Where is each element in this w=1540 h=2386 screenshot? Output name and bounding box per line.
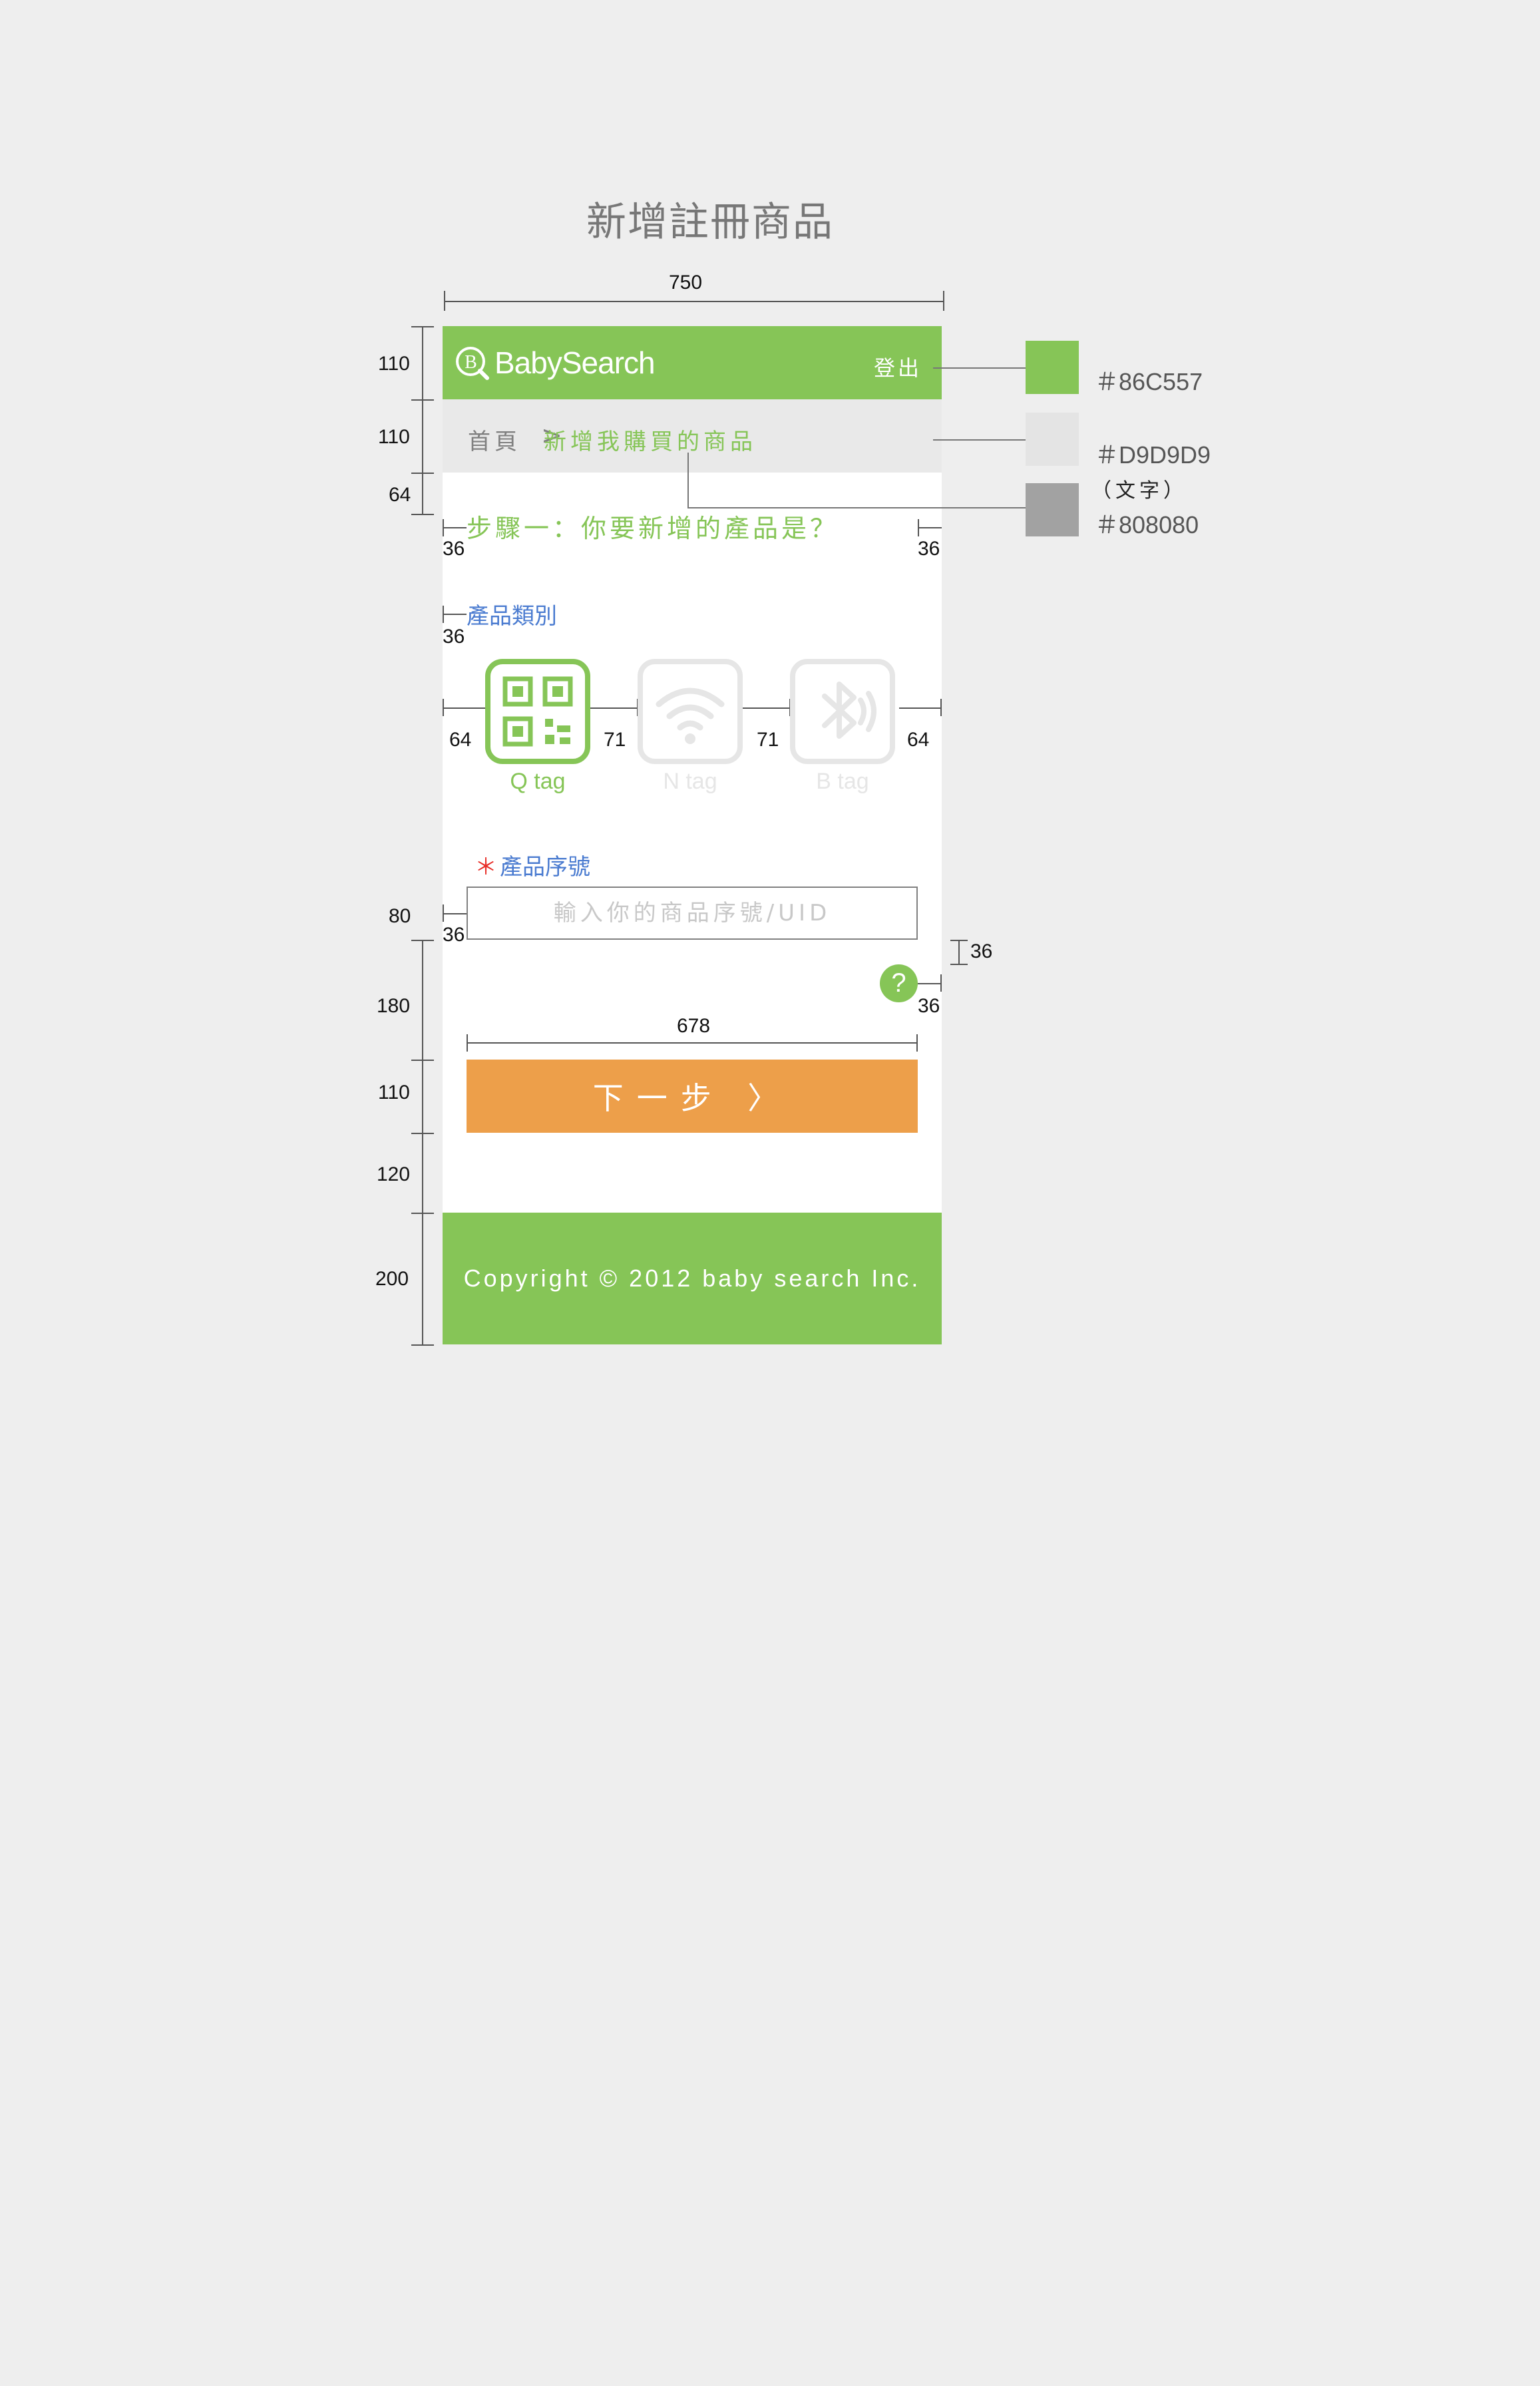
dim-margin-tick xyxy=(443,606,444,623)
dim-tick xyxy=(411,1344,434,1346)
serial-input[interactable] xyxy=(467,887,918,940)
dim-tag-edge-label: 64 xyxy=(907,729,930,751)
dim-margin-line xyxy=(443,913,467,914)
dim-margin-label: 36 xyxy=(443,626,465,648)
dim-tick xyxy=(411,940,434,941)
dim-width-line xyxy=(444,301,944,302)
dim-tick xyxy=(411,399,434,401)
dim-tag-tick xyxy=(443,699,444,716)
leader-line-text xyxy=(687,453,689,507)
dim-help-gap-label: 180 xyxy=(377,995,411,1017)
logo-b-icon: B xyxy=(456,347,489,380)
swatch-light-gray xyxy=(1026,413,1079,466)
brand-logo[interactable]: B BabySearch xyxy=(455,341,656,385)
dim-help-gap-36-label: 36 xyxy=(970,940,993,962)
dim-margin-line xyxy=(918,527,942,528)
swatch-gray xyxy=(1026,483,1079,536)
dim-width-tick-right xyxy=(943,291,944,311)
dim-margin-tick xyxy=(940,974,942,992)
tag-n-label: N tag xyxy=(663,769,717,794)
dim-margin-tick xyxy=(918,519,919,536)
dim-help-gap-tick xyxy=(958,940,960,964)
dim-tag-gap-label: 71 xyxy=(757,729,779,751)
dim-button-width-line xyxy=(467,1042,918,1044)
dim-margin-line xyxy=(443,614,467,615)
help-icon[interactable]: ? xyxy=(880,964,918,1002)
dim-help-gap-line xyxy=(950,964,968,965)
dim-button-label: 110 xyxy=(378,1082,410,1103)
next-step-button[interactable]: 下一步 〉 xyxy=(467,1060,918,1133)
leader-line-text xyxy=(687,507,1026,508)
dim-button-width-tick xyxy=(916,1034,918,1052)
serial-label: ＊產品序號 xyxy=(475,849,590,881)
dim-tick xyxy=(411,1060,434,1061)
dim-margin-line xyxy=(918,983,942,984)
dim-step-gap-label: 64 xyxy=(389,484,411,506)
leader-line-green xyxy=(933,367,1026,369)
swatch-green-label: ＃86C557 xyxy=(1095,368,1203,395)
bluetooth-icon xyxy=(822,682,876,739)
dim-width-tick-left xyxy=(444,291,445,311)
dim-margin-label: 36 xyxy=(443,924,465,946)
required-mark: ＊ xyxy=(475,854,497,881)
breadcrumb-home-link[interactable]: 首頁 xyxy=(468,423,521,456)
breadcrumb: 首頁 > 新增我購買的商品 xyxy=(443,399,942,473)
dim-tick xyxy=(411,1133,434,1134)
dim-tag-line xyxy=(743,707,790,709)
dim-tag-line xyxy=(590,707,638,709)
tag-n-button[interactable] xyxy=(638,659,743,764)
brand-name: BabySearch xyxy=(494,345,656,380)
swatch-light-gray-label: ＃D9D9D9 xyxy=(1095,441,1211,469)
leader-line-crumb-bg xyxy=(933,439,1026,441)
dim-margin-tick xyxy=(443,519,444,536)
dim-tag-line xyxy=(899,707,942,709)
swatch-note: （文字） xyxy=(1091,479,1187,502)
dim-rail-bottom xyxy=(422,940,423,1344)
svg-text:B: B xyxy=(465,352,477,373)
wifi-icon xyxy=(656,688,725,744)
dim-button-width-tick xyxy=(467,1034,468,1052)
app-header: B BabySearch 登出 xyxy=(443,326,942,399)
tag-b-label: B tag xyxy=(816,769,869,794)
dim-after-button-label: 120 xyxy=(377,1163,411,1185)
category-label: 產品類別 xyxy=(467,603,557,630)
dim-margin-line xyxy=(443,527,467,528)
tag-q-label: Q tag xyxy=(510,769,566,794)
dim-button-width-label: 678 xyxy=(677,1015,711,1037)
tag-q-button[interactable] xyxy=(485,659,590,764)
dim-rail-top xyxy=(422,326,423,514)
dim-tick xyxy=(411,473,434,474)
logout-button[interactable]: 登出 xyxy=(874,351,922,382)
dim-tick xyxy=(411,514,434,515)
footer-copyright: Copyright © 2012 baby search Inc. xyxy=(443,1213,942,1344)
dim-margin-label: 36 xyxy=(918,538,940,560)
qr-code-icon xyxy=(502,676,573,747)
tag-b-button[interactable] xyxy=(790,659,895,764)
dim-tag-tick xyxy=(940,699,942,716)
swatch-gray-label: ＃808080 xyxy=(1095,511,1199,538)
breadcrumb-current: 新增我購買的商品 xyxy=(544,429,757,455)
dim-tag-line xyxy=(443,707,485,709)
dim-tick xyxy=(411,1213,434,1214)
dim-help-gap-line xyxy=(950,940,968,941)
dim-header-label: 110 xyxy=(378,353,410,375)
dim-margin-tick xyxy=(443,904,444,922)
dim-footer-label: 200 xyxy=(375,1268,409,1290)
dim-input-label: 80 xyxy=(389,905,411,927)
dim-tag-edge-label: 64 xyxy=(449,729,472,751)
serial-label-text: 產品序號 xyxy=(500,854,590,881)
dim-margin-label: 36 xyxy=(443,538,465,560)
phone-screen: B BabySearch 登出 首頁 > 新增我購買的商品 步驟一：你要新增的產… xyxy=(443,326,942,1344)
dim-tick xyxy=(411,326,434,327)
dim-tag-gap-label: 71 xyxy=(604,729,626,751)
dim-margin-label: 36 xyxy=(918,995,940,1017)
spec-title: 新增註冊商品 xyxy=(586,199,834,246)
step-title: 步驟一：你要新增的產品是？ xyxy=(467,514,839,543)
dim-crumb-label: 110 xyxy=(378,426,410,448)
swatch-green xyxy=(1026,341,1079,394)
dim-width-label: 750 xyxy=(669,272,703,294)
